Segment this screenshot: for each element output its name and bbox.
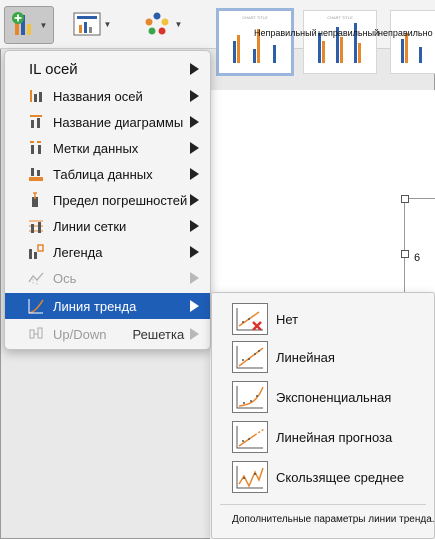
lines-icon: [27, 269, 45, 287]
chevron-down-icon: ▼: [39, 20, 48, 30]
trendline-option-label: Нет: [276, 311, 299, 327]
trendline-option-label: Линейная прогноза: [276, 429, 393, 445]
trendline-option-linear[interactable]: Линейная: [212, 339, 434, 375]
trendline-submenu: Нет Линейная Экспоненциальная Линейная п…: [211, 292, 435, 539]
trendline-none-icon: [232, 303, 268, 335]
trendline-option-label: Скользящее среднее: [276, 469, 405, 485]
chart-title-icon: [27, 113, 45, 131]
menu-item-legend[interactable]: Легенда: [5, 239, 210, 265]
add-chart-element-icon: [11, 12, 31, 35]
trendline-option-none[interactable]: Нет: [212, 301, 434, 337]
style-caption-1: Неправильный: [254, 28, 317, 38]
menu-item-label-secondary: Решетка: [132, 326, 185, 342]
trendline-option-moving-average[interactable]: Скользящее среднее: [212, 459, 434, 495]
thumb-title: CHART TITLE: [327, 15, 353, 20]
trendline-exponential-icon: [232, 381, 268, 413]
menu-item-chart-title[interactable]: Название диаграммы: [5, 109, 210, 135]
menu-item-label: Ось: [53, 270, 77, 286]
change-colors-icon: [145, 12, 169, 35]
trendline-option-exponential[interactable]: Экспоненциальная: [212, 379, 434, 415]
error-bars-icon: [27, 191, 45, 209]
quick-layout-icon: [73, 12, 101, 36]
submenu-arrow-icon: [190, 194, 199, 206]
submenu-arrow-icon: [190, 246, 199, 258]
menu-item-gridlines[interactable]: Линии сетки: [5, 213, 210, 239]
menu-item-label: Таблица данных: [53, 166, 153, 182]
chevron-down-icon: ▼: [174, 19, 183, 29]
trendline-moving-average-icon: [232, 461, 268, 493]
menu-item-lines[interactable]: Ось: [5, 265, 210, 291]
menu-item-data-labels[interactable]: Метки данных: [5, 135, 210, 161]
chart-styles-gallery: CHART TITLE CHART TITLE Неправильный неп…: [190, 4, 435, 76]
ribbon: ▼ ▼ ▼ CHART TITLE CHART TITLE Неправильн…: [0, 0, 435, 76]
menu-item-label: Названия осей: [53, 88, 143, 104]
menu-item-label: Название диаграммы: [53, 114, 184, 130]
trendline-icon: [27, 297, 45, 315]
submenu-arrow-icon: [190, 220, 199, 232]
style-caption-2: неправильный: [318, 28, 380, 38]
more-trendline-options-link[interactable]: Дополнительные параметры линии тренда...: [232, 514, 435, 525]
menu-item-data-table[interactable]: Таблица данных: [5, 161, 210, 187]
menu-item-label: IL осей: [29, 60, 78, 78]
menu-item-label: Предел погрешностей: [53, 192, 188, 208]
submenu-arrow-icon: [190, 300, 199, 312]
menu-item-axes[interactable]: IL осей: [5, 56, 210, 82]
style-caption-3: неправильно: [378, 28, 433, 38]
chart-style-thumb-1[interactable]: CHART TITLE: [216, 8, 294, 76]
gridlines-icon: [27, 217, 45, 235]
menu-item-label: Up/Down: [53, 326, 107, 342]
submenu-arrow-icon: [190, 328, 199, 340]
chart-style-thumb-2[interactable]: CHART TITLE: [303, 10, 377, 74]
legend-icon: [27, 243, 45, 261]
trendline-linear-icon: [232, 341, 268, 373]
trendline-option-label: Экспоненциальная: [276, 389, 392, 405]
submenu-arrow-icon: [190, 116, 199, 128]
chart-style-thumb-3[interactable]: [390, 10, 435, 74]
menu-item-axis-titles[interactable]: Названия осей: [5, 83, 210, 109]
quick-layout-button[interactable]: ▼: [68, 6, 116, 42]
submenu-arrow-icon: [190, 63, 199, 75]
axis-tick-label: 6: [414, 252, 421, 264]
add-chart-element-menu: IL осей Названия осей Название диаграммы…: [4, 50, 211, 350]
trendline-linear-forecast-icon: [232, 421, 268, 453]
thumb-title: CHART TITLE: [242, 15, 268, 20]
resize-handle[interactable]: [401, 195, 409, 203]
axis-titles-icon: [27, 87, 45, 105]
menu-item-trendline[interactable]: Линия тренда: [5, 293, 210, 319]
data-table-icon: [27, 165, 45, 183]
submenu-arrow-icon: [190, 272, 199, 284]
submenu-arrow-icon: [190, 168, 199, 180]
menu-item-label: Легенда: [53, 244, 103, 260]
trendline-option-linear-forecast[interactable]: Линейная прогноза: [212, 419, 434, 455]
menu-item-label: Метки данных: [53, 140, 139, 156]
menu-item-label: Линия тренда: [53, 298, 137, 314]
data-labels-icon: [27, 139, 45, 157]
resize-handle[interactable]: [401, 250, 409, 258]
up-down-bars-icon: [27, 325, 45, 343]
menu-item-label: Линии сетки: [53, 218, 127, 234]
menu-divider: [220, 504, 426, 505]
submenu-arrow-icon: [190, 142, 199, 154]
add-chart-element-button[interactable]: ▼: [4, 6, 54, 44]
submenu-arrow-icon: [190, 90, 199, 102]
chevron-down-icon: ▼: [103, 19, 112, 29]
menu-item-error-bars[interactable]: Предел погрешностей: [5, 187, 210, 213]
trendline-option-label: Линейная: [276, 349, 335, 365]
change-colors-button[interactable]: ▼: [138, 6, 186, 42]
menu-item-up-down-bars[interactable]: Up/Down Решетка: [5, 321, 210, 347]
